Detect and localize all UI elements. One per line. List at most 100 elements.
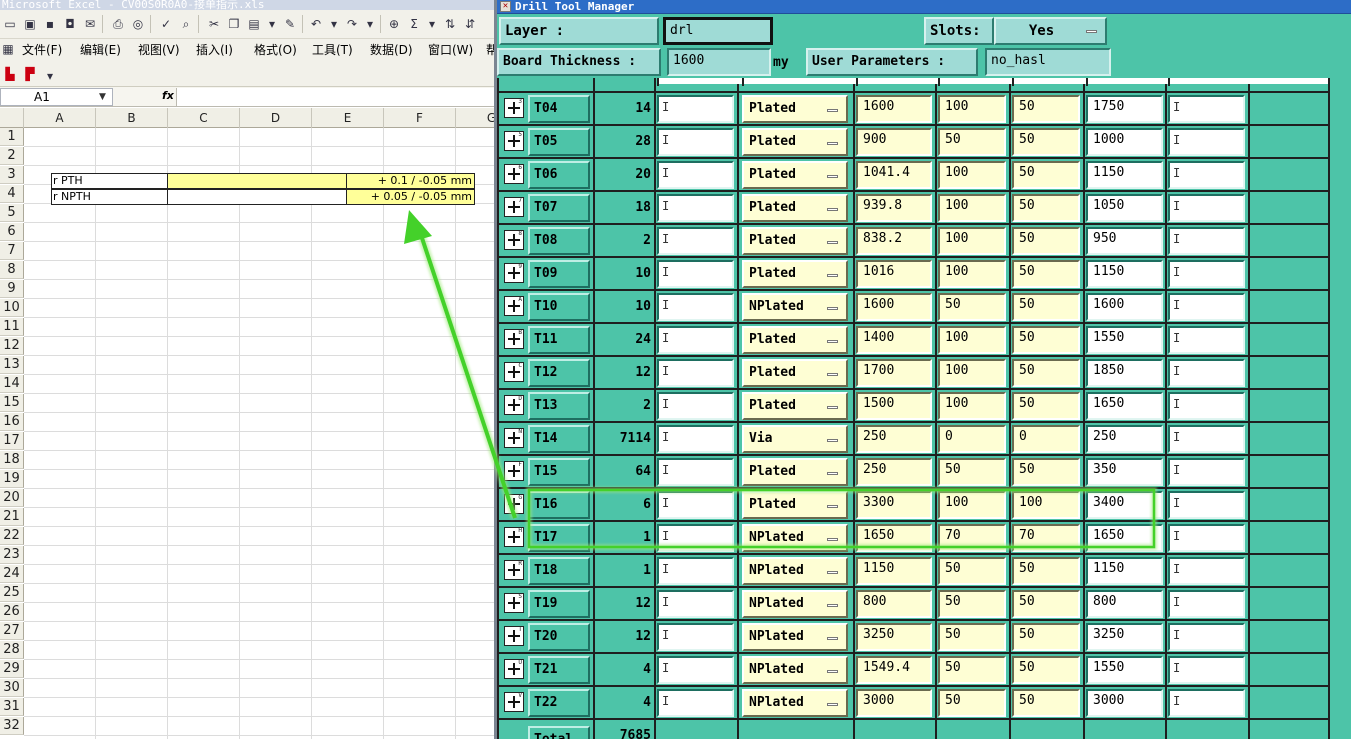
finished-hole-field[interactable]: 3400 — [1086, 491, 1163, 519]
row-header[interactable]: 2 — [0, 147, 24, 165]
drill-size-field[interactable]: 3300 — [856, 491, 932, 519]
format-painter-icon[interactable]: ✎ — [282, 16, 298, 32]
drill-size-field[interactable]: 1016 — [856, 260, 932, 288]
copy-icon[interactable]: ❐ — [226, 16, 242, 32]
row-header[interactable]: 22 — [0, 527, 24, 545]
comment-input[interactable]: I — [1168, 227, 1245, 255]
row-header[interactable]: 4 — [0, 185, 24, 203]
tool-button[interactable]: T10 — [528, 293, 590, 321]
row-header[interactable]: 24 — [0, 565, 24, 583]
plating-type-option[interactable]: Via — [742, 425, 848, 453]
plus-tolerance-field[interactable]: 50 — [938, 623, 1006, 651]
tool-button[interactable]: T09 — [528, 260, 590, 288]
drill-size-field[interactable]: 250 — [856, 458, 932, 486]
plus-tolerance-field[interactable]: 100 — [938, 326, 1006, 354]
tool-button[interactable]: T21 — [528, 656, 590, 684]
row-header[interactable]: 3 — [0, 166, 24, 184]
column-header-c[interactable]: C — [168, 108, 240, 128]
menu-edit[interactable]: 编辑(E) — [80, 41, 121, 58]
row-header[interactable]: 26 — [0, 603, 24, 621]
row-header[interactable]: 17 — [0, 432, 24, 450]
tool-button[interactable]: T18 — [528, 557, 590, 585]
plus-tolerance-field[interactable]: 100 — [938, 260, 1006, 288]
finish-size-input[interactable]: I — [657, 359, 734, 387]
cell-a3[interactable]: r PTH — [51, 173, 168, 189]
sort-descending-icon[interactable]: ⇵ — [462, 16, 478, 32]
row-header[interactable]: 16 — [0, 413, 24, 431]
sort-ascending-icon[interactable]: ⇅ — [442, 16, 458, 32]
finish-size-input[interactable]: I — [657, 524, 734, 552]
expand-row-button[interactable]: V — [504, 692, 524, 712]
layer-field[interactable]: drl — [663, 17, 773, 45]
finished-hole-field[interactable]: 1650 — [1086, 524, 1163, 552]
finished-hole-field[interactable]: 1150 — [1086, 557, 1163, 585]
menu-tools[interactable]: 工具(T) — [312, 41, 353, 58]
expand-row-button[interactable]: B — [504, 329, 524, 349]
drill-size-field[interactable]: 1041.4 — [856, 161, 932, 189]
expand-row-button[interactable]: G — [504, 494, 524, 514]
expand-row-button[interactable]: D — [504, 395, 524, 415]
finish-size-input[interactable]: I — [657, 458, 734, 486]
minus-tolerance-field[interactable]: 50 — [1012, 260, 1080, 288]
plating-type-option[interactable]: NPlated — [742, 590, 848, 618]
cell-a4[interactable]: r NPTH — [51, 189, 168, 205]
worksheet-grid[interactable]: r PTH + 0.1 / -0.05 mm r NPTH + 0.05 / -… — [24, 128, 496, 739]
tool-button[interactable]: T04 — [528, 95, 590, 123]
menu-window[interactable]: 窗口(W) — [428, 41, 473, 58]
finish-size-input[interactable]: I — [657, 194, 734, 222]
comment-input[interactable]: I — [1168, 656, 1245, 684]
total-button[interactable]: Total — [528, 726, 590, 739]
comment-input[interactable]: I — [1168, 689, 1245, 717]
drill-size-field[interactable]: 1600 — [856, 95, 932, 123]
plus-tolerance-field[interactable]: 50 — [938, 689, 1006, 717]
column-header-b[interactable]: B — [96, 108, 168, 128]
minus-tolerance-field[interactable]: 50 — [1012, 326, 1080, 354]
row-header[interactable]: 20 — [0, 489, 24, 507]
plus-tolerance-field[interactable]: 50 — [938, 590, 1006, 618]
undo-icon[interactable]: ↶ — [308, 16, 324, 32]
plus-tolerance-field[interactable]: 100 — [938, 95, 1006, 123]
finish-size-input[interactable]: I — [657, 656, 734, 684]
finish-size-input[interactable]: I — [657, 491, 734, 519]
plus-tolerance-field[interactable]: 0 — [938, 425, 1006, 453]
minus-tolerance-field[interactable]: 50 — [1012, 656, 1080, 684]
plus-tolerance-field[interactable]: 50 — [938, 557, 1006, 585]
tool-button[interactable]: T08 — [528, 227, 590, 255]
finish-size-input[interactable]: I — [657, 161, 734, 189]
finished-hole-field[interactable]: 800 — [1086, 590, 1163, 618]
tool-button[interactable]: T06 — [528, 161, 590, 189]
plus-tolerance-field[interactable]: 50 — [938, 656, 1006, 684]
expand-row-button[interactable]: C — [504, 362, 524, 382]
column-header-f[interactable]: F — [384, 108, 456, 128]
minus-tolerance-field[interactable]: 0 — [1012, 425, 1080, 453]
finish-size-input[interactable]: I — [657, 590, 734, 618]
expand-row-button[interactable]: N — [504, 428, 524, 448]
minus-tolerance-field[interactable]: 50 — [1012, 161, 1080, 189]
column-header-a[interactable]: A — [24, 108, 96, 128]
plating-type-option[interactable]: Plated — [742, 326, 848, 354]
drill-size-field[interactable]: 1150 — [856, 557, 932, 585]
tool-button[interactable]: T15 — [528, 458, 590, 486]
minus-tolerance-field[interactable]: 50 — [1012, 392, 1080, 420]
print-preview-icon[interactable]: ◎ — [130, 16, 146, 32]
plating-type-option[interactable]: Plated — [742, 458, 848, 486]
expand-row-button[interactable]: F — [504, 461, 524, 481]
plus-tolerance-field[interactable]: 100 — [938, 491, 1006, 519]
finish-size-input[interactable]: I — [657, 227, 734, 255]
comment-input[interactable]: I — [1168, 194, 1245, 222]
expand-row-button[interactable]: U — [504, 659, 524, 679]
finished-hole-field[interactable]: 3250 — [1086, 623, 1163, 651]
expand-row-button[interactable]: 6 — [504, 164, 524, 184]
finish-size-input[interactable]: I — [657, 128, 734, 156]
tool-button[interactable]: T13 — [528, 392, 590, 420]
finish-size-input[interactable]: I — [657, 293, 734, 321]
minus-tolerance-field[interactable]: 50 — [1012, 458, 1080, 486]
name-box[interactable]: A1 ▼ — [0, 88, 113, 106]
row-header[interactable]: 9 — [0, 280, 24, 298]
row-header[interactable]: 15 — [0, 394, 24, 412]
row-header[interactable]: 29 — [0, 660, 24, 678]
plating-type-option[interactable]: Plated — [742, 194, 848, 222]
comment-input[interactable]: I — [1168, 458, 1245, 486]
save-icon[interactable]: ▪ — [42, 16, 58, 32]
finished-hole-field[interactable]: 950 — [1086, 227, 1163, 255]
